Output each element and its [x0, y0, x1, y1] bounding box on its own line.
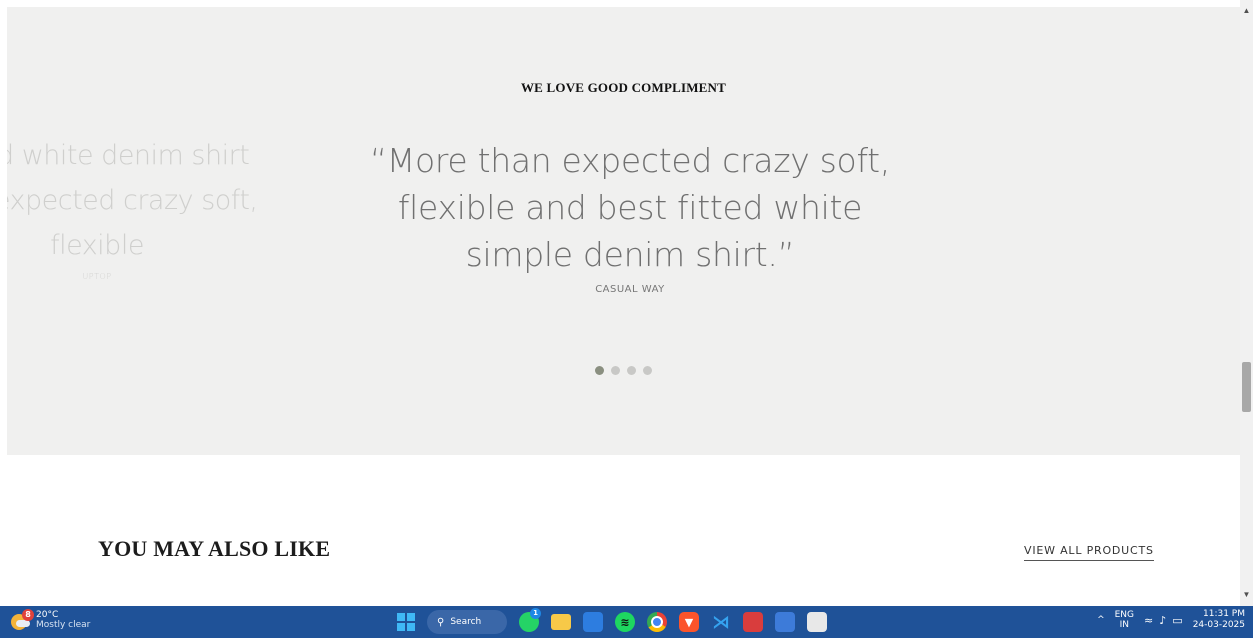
testimonial-quote: fitted white denim shirt han expected cr… — [7, 140, 258, 261]
testimonial-author: CASUAL WAY — [595, 284, 665, 295]
microsoft-store-icon[interactable] — [583, 612, 603, 632]
carousel-dot-1[interactable] — [595, 366, 604, 375]
spotify-icon[interactable]: ≋ — [615, 612, 635, 632]
testimonial-section: WE LOVE GOOD COMPLIMENT fitted white den… — [7, 7, 1240, 455]
battery-icon: ▭ — [1172, 613, 1183, 627]
browser-viewport: WE LOVE GOOD COMPLIMENT fitted white den… — [0, 0, 1253, 606]
clock-time: 11:31 PM — [1203, 609, 1245, 619]
brave-browser-icon[interactable]: ▼ — [679, 612, 699, 632]
scroll-up-icon[interactable]: ▲ — [1240, 4, 1253, 18]
testimonial-slide-previous[interactable]: fitted white denim shirt han expected cr… — [7, 133, 347, 281]
search-icon: ⚲ — [437, 616, 445, 628]
weather-temperature: 20°C — [36, 610, 59, 620]
wps-office-icon[interactable] — [743, 612, 763, 632]
testimonial-slide-active: “More than expected crazy soft, flexible… — [355, 137, 905, 295]
page-scrollbar[interactable]: ▲ ▼ — [1240, 0, 1253, 606]
taskbar-apps: ⚲ Search 1 ≋ ▼ ⋊ — [397, 608, 827, 634]
whatsapp-icon[interactable]: 1 — [519, 608, 541, 632]
snipping-tool-icon[interactable] — [807, 612, 827, 632]
weather-moon-cloud-icon: 8 — [10, 609, 34, 630]
carousel-dot-2[interactable] — [611, 366, 620, 375]
chrome-icon[interactable] — [647, 612, 667, 632]
weather-badge: 8 — [22, 609, 34, 621]
weather-widget[interactable]: 8 20°C Mostly clear — [10, 609, 91, 630]
related-products-title: YOU MAY ALSO LIKE — [98, 536, 331, 561]
view-all-products-link[interactable]: VIEW ALL PRODUCTS — [1024, 544, 1154, 561]
scroll-down-icon[interactable]: ▼ — [1240, 588, 1253, 602]
vscode-icon[interactable]: ⋊ — [711, 612, 731, 633]
volume-icon: ♪ — [1159, 613, 1167, 627]
system-tray: ^ ENG IN ≈ ♪ ▭ 11:31 PM 24-03-2025 — [1097, 609, 1245, 631]
word-icon[interactable] — [775, 612, 795, 632]
section-heading: WE LOVE GOOD COMPLIMENT — [520, 80, 727, 95]
show-hidden-icons-chevron-icon[interactable]: ^ — [1097, 615, 1105, 625]
taskbar-clock[interactable]: 11:31 PM 24-03-2025 — [1193, 609, 1245, 631]
file-explorer-icon[interactable] — [551, 614, 571, 630]
clock-date: 24-03-2025 — [1192, 620, 1245, 630]
taskbar-search[interactable]: ⚲ Search — [427, 610, 507, 634]
carousel-dot-3[interactable] — [627, 366, 636, 375]
search-label: Search — [450, 617, 482, 627]
weather-description: Mostly clear — [36, 620, 91, 630]
whatsapp-badge: 1 — [530, 608, 541, 619]
carousel-dot-4[interactable] — [643, 366, 652, 375]
wifi-icon: ≈ — [1144, 613, 1154, 627]
testimonial-quote: “More than expected crazy soft, flexible… — [369, 141, 891, 274]
windows-taskbar: 8 20°C Mostly clear ⚲ Search 1 ≋ ▼ ⋊ ^ E… — [0, 606, 1253, 638]
language-indicator[interactable]: ENG IN — [1115, 610, 1134, 630]
carousel-dots — [595, 366, 652, 375]
testimonial-author: UPTOP — [82, 272, 112, 281]
scroll-thumb[interactable] — [1242, 362, 1251, 412]
windows-start-icon[interactable] — [397, 613, 415, 631]
